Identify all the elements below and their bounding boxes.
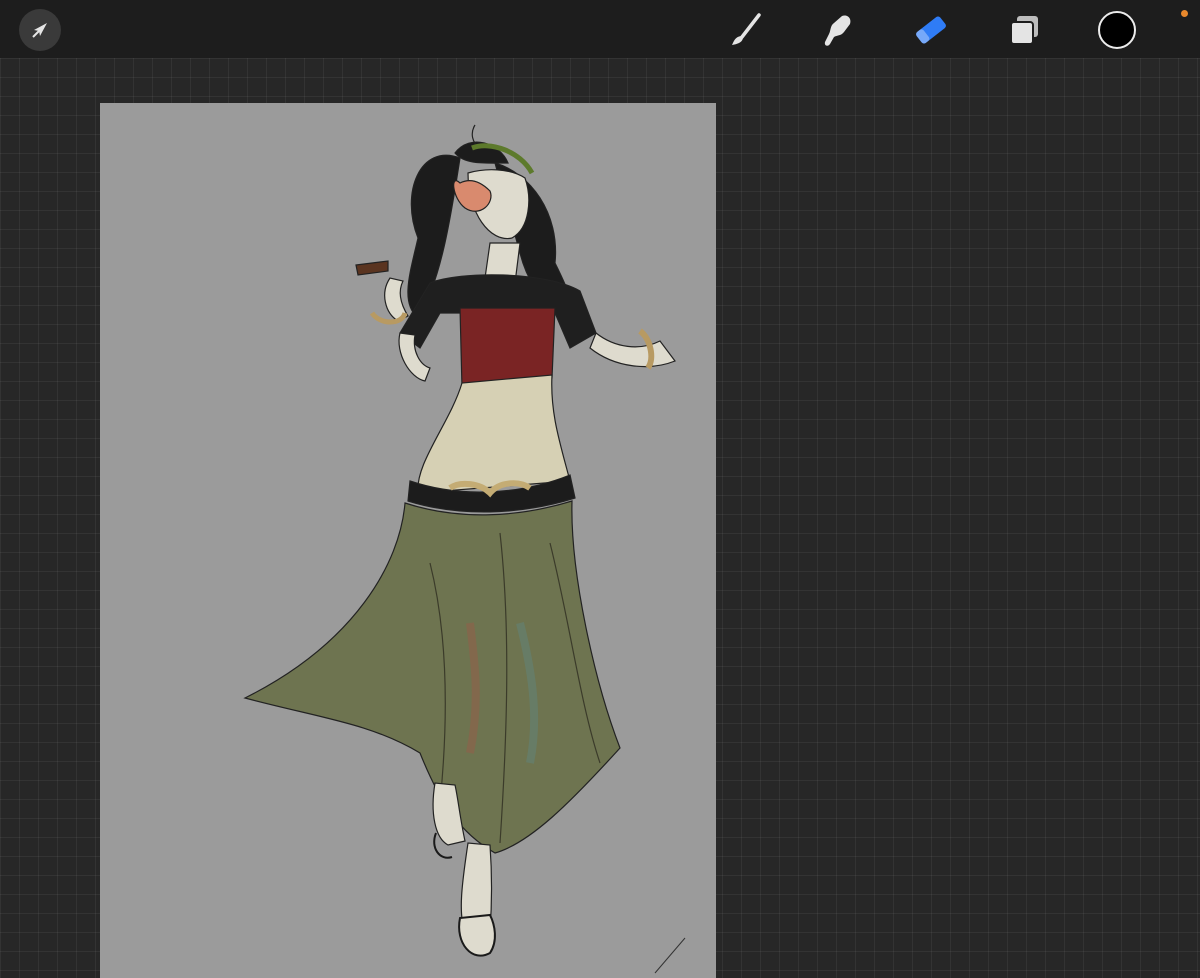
sketch-figure xyxy=(243,124,686,974)
eraser-button[interactable] xyxy=(908,8,954,52)
eraser-icon xyxy=(916,16,946,44)
brush-button[interactable] xyxy=(722,8,768,52)
brush-icon xyxy=(732,13,761,45)
top-toolbar xyxy=(0,0,1200,58)
current-color-swatch xyxy=(1098,11,1136,49)
actions-button[interactable] xyxy=(19,9,61,51)
smudge-icon xyxy=(824,15,851,46)
status-indicator xyxy=(1181,10,1188,17)
color-picker-button[interactable] xyxy=(1095,8,1139,52)
layers-button[interactable] xyxy=(1001,8,1047,52)
layers-icon xyxy=(1010,16,1038,45)
arrow-cursor-icon xyxy=(32,23,47,38)
smudge-button[interactable] xyxy=(814,8,860,52)
drawing-canvas[interactable] xyxy=(100,103,716,978)
